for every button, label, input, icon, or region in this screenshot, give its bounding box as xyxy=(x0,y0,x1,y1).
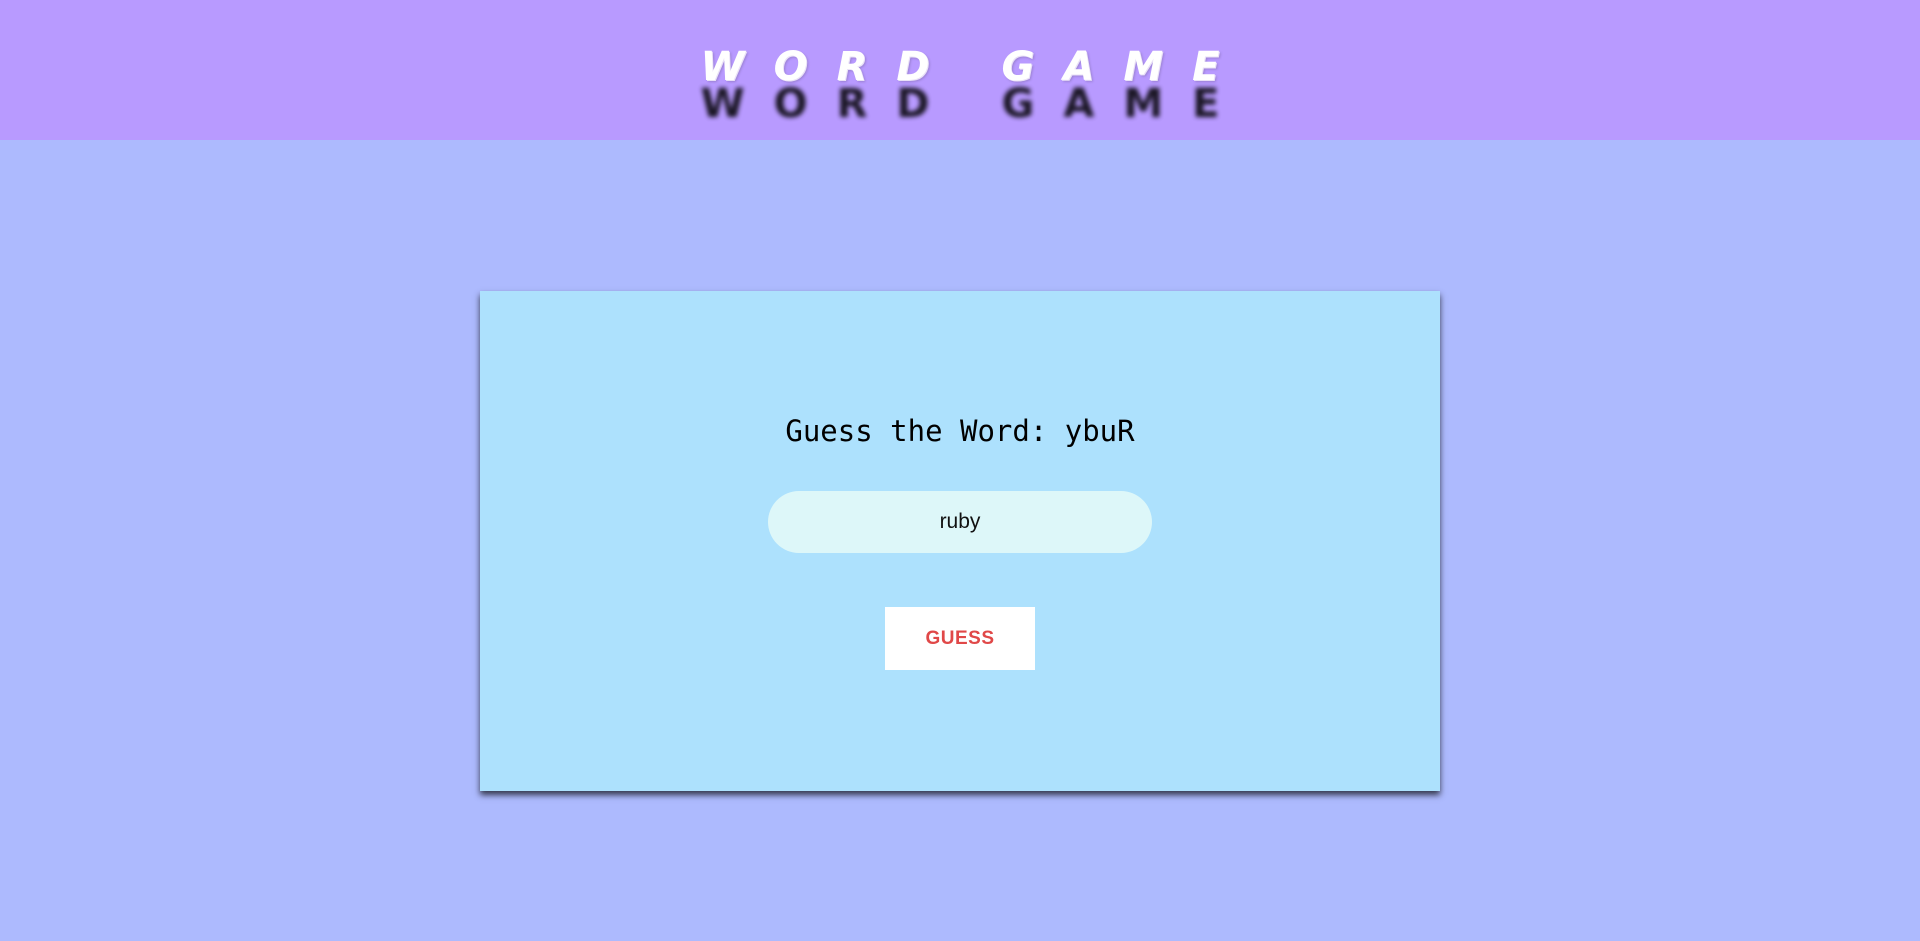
scrambled-word-prompt: Guess the Word: ybuR xyxy=(785,414,1135,448)
guess-button[interactable]: GUESS xyxy=(885,607,1035,670)
game-card: Guess the Word: ybuR GUESS xyxy=(480,291,1440,791)
header-bar: WORD GAME WORD GAME xyxy=(0,0,1920,140)
guess-input[interactable] xyxy=(768,491,1152,553)
page-title: WORD GAME xyxy=(700,44,1249,90)
title-wrap: WORD GAME WORD GAME xyxy=(0,44,1920,134)
